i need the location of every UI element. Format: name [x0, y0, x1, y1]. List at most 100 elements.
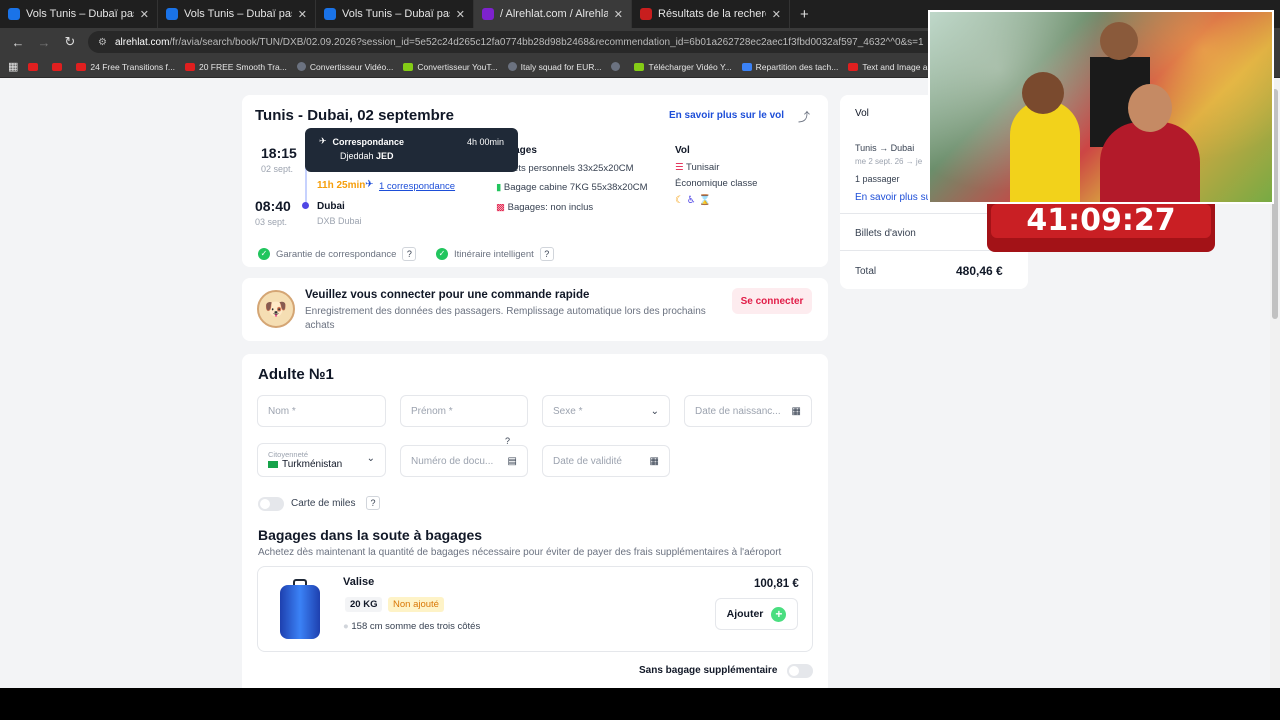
browser-tab[interactable]: Vols Tunis – Dubaï pas chers su ✕: [158, 0, 316, 28]
bookmark-item[interactable]: [28, 62, 42, 71]
transfer-icon: ✈: [319, 136, 327, 146]
validity-date-input[interactable]: Date de validité ▦: [542, 445, 670, 477]
bookmark-item[interactable]: Convertisseur Vidéo...: [296, 62, 393, 72]
close-icon[interactable]: ✕: [614, 8, 623, 21]
help-icon[interactable]: ?: [402, 247, 417, 261]
citizenship-label: Citoyenneté: [268, 450, 309, 459]
bookmark-item[interactable]: Italy squad for EUR...: [507, 62, 601, 72]
departure-date: 02 sept.: [261, 164, 294, 174]
tooltip-duration: 4h 00min: [466, 136, 504, 147]
site-favicon-icon: [8, 8, 20, 20]
summary-details-link[interactable]: En savoir plus su: [855, 192, 931, 203]
login-title: Veuillez vous connecter pour une command…: [305, 289, 590, 301]
close-icon[interactable]: ✕: [772, 8, 781, 21]
checked-bag: ▩ Bagages: non inclus: [496, 202, 594, 213]
citizenship-select[interactable]: Citoyenneté Turkménistan ⌄: [257, 443, 386, 477]
bookmark-item[interactable]: 24 Free Transitions f...: [76, 62, 175, 72]
browser-tab[interactable]: Résultats de la recherche | Emi ✕: [632, 0, 790, 28]
suitcase-dimensions: ● 158 cm somme des trois côtés: [343, 621, 481, 632]
globe-icon: [507, 62, 517, 71]
passenger-card: Adulte №1 Nom * Prénom * Sexe * ⌄ Date de…: [242, 354, 828, 688]
taskbar: [0, 688, 1280, 720]
back-arrow-icon[interactable]: ←: [10, 35, 26, 50]
calendar-icon: ▦: [791, 405, 801, 417]
browser-tab[interactable]: Vols Tunis – Dubaï pas chers su ✕: [316, 0, 474, 28]
cabin-class: Économique classe: [675, 178, 758, 189]
site-info-icon[interactable]: ⚙: [98, 37, 107, 48]
connection-guarantee: ✓ Garantie de correspondance ?: [258, 247, 417, 261]
browser-tab-active[interactable]: / Alrehlat.com / Alrehlat.com ✕: [474, 0, 632, 28]
bookmark-item[interactable]: [52, 62, 66, 71]
countdown-timer: 41:09:27: [987, 204, 1215, 252]
flight-title: Tunis - Dubai, 02 septembre: [255, 107, 454, 124]
cabin-bag: ▮ Bagage cabine 7KG 55x38x20CM: [496, 182, 648, 193]
suitcase-price: 100,81 €: [754, 578, 799, 590]
youtube-icon: [848, 62, 859, 71]
youtube-icon: [52, 62, 63, 71]
suitcase-name: Valise: [343, 576, 375, 588]
doc-icon: [741, 62, 752, 71]
suitcase-card: Valise 20 KG Non ajouté ● 158 cm somme d…: [257, 566, 813, 652]
flight-card: Tunis - Dubai, 02 septembre En savoir pl…: [242, 95, 828, 267]
apps-grid-icon[interactable]: ▦: [8, 60, 18, 73]
drink-icon: ⌛: [698, 195, 711, 206]
gender-select[interactable]: Sexe * ⌄: [542, 395, 670, 427]
forward-arrow-icon[interactable]: →: [36, 35, 52, 50]
arrival-city: Dubai: [317, 201, 345, 212]
connection-tooltip: ✈ Correspondance 4h 00min Djeddah JED: [305, 128, 518, 172]
last-name-input[interactable]: Nom *: [257, 395, 386, 427]
check-icon: ✓: [258, 248, 270, 260]
no-extra-baggage-toggle[interactable]: [787, 664, 813, 678]
share-icon[interactable]: ⤴: [798, 108, 810, 125]
plus-icon: +: [771, 606, 787, 622]
summary-dates: me 2 sept. 26 → je: [855, 157, 923, 166]
add-suitcase-button[interactable]: Ajouter +: [715, 598, 798, 630]
calendar-icon: ▦: [649, 455, 659, 467]
close-icon[interactable]: ✕: [298, 8, 307, 21]
bookmark-item[interactable]: [611, 62, 624, 71]
new-tab-icon[interactable]: +: [790, 0, 819, 28]
status-badge: Non ajouté: [388, 597, 444, 612]
flag-icon: [268, 461, 278, 468]
close-icon[interactable]: ✕: [140, 8, 149, 21]
summary-tickets: Billets d'avion: [855, 228, 916, 239]
flight-details-link[interactable]: En savoir plus sur le vol: [669, 110, 784, 121]
login-card: 🐶 Veuillez vous connecter pour une comma…: [242, 278, 828, 341]
baggage-section-subtitle: Achetez dès maintenant la quantité de ba…: [258, 547, 782, 558]
bookmark-item[interactable]: Repartition des tach...: [741, 62, 838, 72]
airline-logo-icon: ☰: [675, 162, 684, 173]
tab-title: Vols Tunis – Dubaï pas chers su: [342, 8, 450, 20]
amenity-icons: ☾ ♿ ⌛: [675, 195, 711, 206]
no-bag-icon: ▩: [496, 202, 505, 213]
help-icon[interactable]: ?: [539, 247, 554, 261]
walk-icon: ♿: [686, 195, 696, 206]
help-icon[interactable]: ?: [366, 496, 380, 510]
smart-itinerary: ✓ Itinéraire intelligent ?: [436, 247, 554, 261]
bookmark-item[interactable]: Télécharger Vidéo Y...: [634, 62, 732, 72]
url-path: /fr/avia/search/book/TUN/DXB/02.09.2026?…: [169, 36, 924, 48]
close-icon[interactable]: ✕: [456, 8, 465, 21]
login-button[interactable]: Se connecter: [732, 288, 812, 314]
browser-tab[interactable]: Vols Tunis – Dubaï pas chers su ✕: [0, 0, 158, 28]
webcam-overlay: [928, 10, 1274, 204]
document-icon: ▤: [507, 455, 517, 467]
miles-card-toggle[interactable]: [258, 497, 284, 511]
youtube-icon: [28, 62, 39, 71]
total-label: Total: [855, 266, 877, 277]
site-favicon-icon: [166, 8, 178, 20]
chevron-down-icon: ⌄: [366, 453, 375, 464]
birthdate-input[interactable]: Date de naissanc... ▦: [684, 395, 812, 427]
pug-mascot-icon: 🐶: [257, 290, 295, 328]
document-number-input[interactable]: Numéro de docu... ▤: [400, 445, 528, 477]
arrival-airport: DXB Dubai: [317, 216, 362, 226]
first-name-input[interactable]: Prénom *: [400, 395, 528, 427]
bookmark-item[interactable]: Convertisseur YouT...: [403, 62, 498, 72]
connection-link[interactable]: 1 correspondance: [379, 181, 455, 192]
site-favicon-icon: [640, 8, 652, 20]
login-subtitle: Enregistrement des données des passagers…: [305, 306, 706, 331]
reload-icon[interactable]: ↻: [62, 34, 78, 50]
baggage-section-title: Bagages dans la soute à bagages: [258, 527, 483, 543]
bookmark-item[interactable]: 20 FREE Smooth Tra...: [184, 62, 287, 72]
ruler-icon: ●: [343, 621, 349, 632]
miles-card-label: Carte de miles: [291, 498, 356, 509]
